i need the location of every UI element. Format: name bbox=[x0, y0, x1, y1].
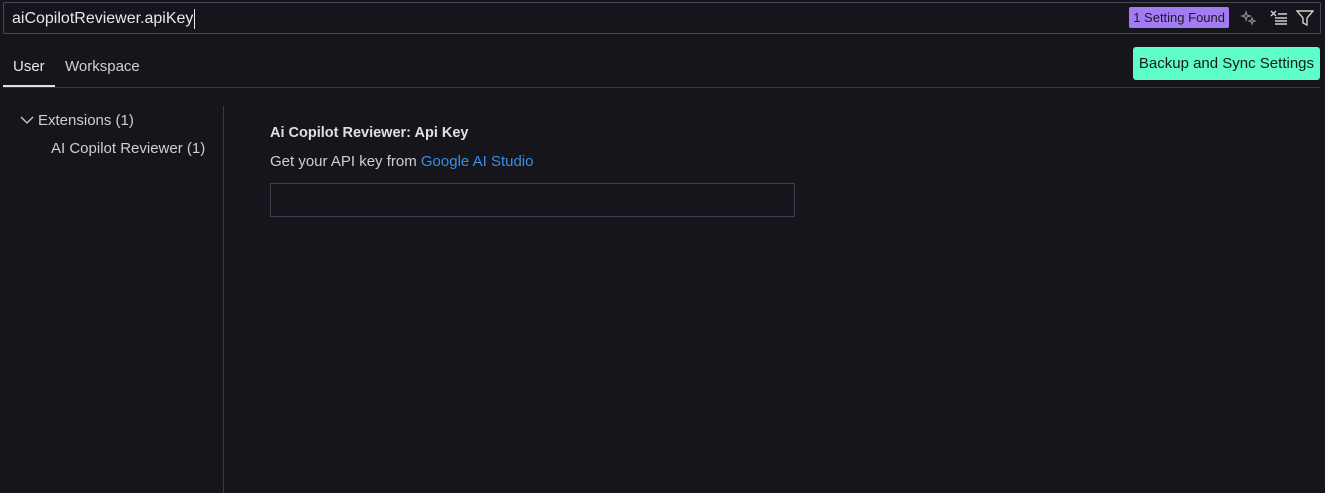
filter-icon[interactable] bbox=[1295, 9, 1315, 27]
active-tab-indicator bbox=[3, 85, 55, 87]
setting-category: Ai Copilot Reviewer: bbox=[270, 125, 415, 141]
tree-group-extensions[interactable]: Extensions (1) bbox=[20, 112, 134, 129]
search-input[interactable]: aiCopilotReviewer.apiKey bbox=[12, 9, 196, 29]
results-count-badge: 1 Setting Found bbox=[1129, 7, 1229, 28]
setting-description: Get your API key from Google AI Studio bbox=[270, 153, 533, 170]
google-ai-studio-link[interactable]: Google AI Studio bbox=[421, 153, 534, 170]
settings-search[interactable]: aiCopilotReviewer.apiKey 1 Setting Found bbox=[3, 2, 1321, 34]
backup-sync-button[interactable]: Backup and Sync Settings bbox=[1132, 47, 1320, 80]
setting-name: Api Key bbox=[414, 125, 469, 141]
api-key-input[interactable] bbox=[270, 183, 795, 217]
setting-title: Ai Copilot Reviewer: Api Key bbox=[270, 125, 468, 141]
chevron-down-icon bbox=[20, 116, 34, 124]
sparkle-icon[interactable] bbox=[1240, 9, 1258, 27]
clear-filter-list-icon[interactable] bbox=[1269, 9, 1287, 27]
sidebar-divider[interactable] bbox=[223, 106, 224, 493]
description-text: Get your API key from bbox=[270, 153, 421, 170]
text-caret bbox=[194, 9, 196, 29]
tree-group-label: Extensions (1) bbox=[38, 112, 134, 129]
tab-user[interactable]: User bbox=[13, 58, 45, 75]
tree-item-ai-copilot-reviewer[interactable]: AI Copilot Reviewer (1) bbox=[51, 140, 205, 157]
search-value: aiCopilotReviewer.apiKey bbox=[12, 10, 194, 28]
tab-workspace[interactable]: Workspace bbox=[65, 58, 140, 75]
settings-scope-tabs: User Workspace bbox=[3, 48, 1320, 88]
